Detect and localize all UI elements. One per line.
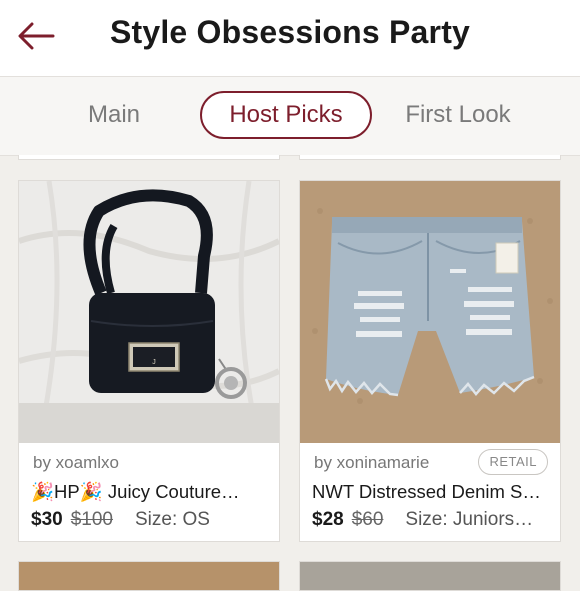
distressed-denim-shorts-photo (300, 181, 560, 443)
size-label: Size: OS (134, 509, 210, 530)
price: $30 (31, 509, 63, 530)
listing-card[interactable]: by xoninamarie RETAIL NWT Distressed Den… (299, 180, 561, 542)
seller-name[interactable]: by xoamlxo (33, 453, 119, 473)
black-crossbody-bag-photo: J (19, 181, 279, 443)
price-row: $30 $100 Size: OS (31, 509, 210, 531)
page-title: Style Obsessions Party (109, 14, 471, 50)
listing-photo-shorts[interactable] (300, 181, 560, 443)
tab-first-look[interactable]: First Look (392, 91, 524, 139)
listing-title[interactable]: NWT Distressed Denim S… (312, 481, 548, 503)
listing-title[interactable]: 🎉HP🎉 Juicy Couture… (31, 481, 267, 503)
previous-listing-card-edge (299, 155, 561, 160)
tab-bar: Main Host Picks First Look (0, 77, 580, 156)
listing-photo-bag[interactable]: J (19, 181, 279, 443)
original-price: $100 (70, 509, 113, 530)
back-button[interactable] (14, 16, 58, 56)
price: $28 (312, 509, 344, 530)
svg-text:J: J (152, 359, 156, 366)
back-arrow-icon (18, 22, 55, 50)
previous-listing-card-edge (18, 155, 280, 160)
original-price: $60 (351, 509, 384, 530)
listing-card[interactable]: J by xoamlxo 🎉HP🎉 Juicy Couture… $30 $100… (18, 180, 280, 542)
tab-main[interactable]: Main (64, 91, 164, 139)
retail-badge: RETAIL (478, 449, 548, 475)
app-header: Style Obsessions Party (0, 0, 580, 77)
price-row: $28 $60 Size: Juniors… (312, 509, 533, 531)
next-listing-card-edge[interactable] (299, 561, 561, 591)
seller-name[interactable]: by xoninamarie (314, 453, 429, 473)
tab-host-picks[interactable]: Host Picks (200, 91, 372, 139)
next-listing-card-edge[interactable] (18, 561, 280, 591)
size-label: Size: Juniors… (405, 509, 534, 530)
